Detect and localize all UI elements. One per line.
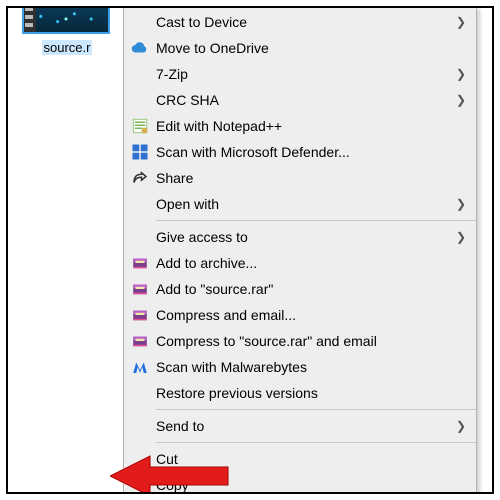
defender-icon <box>124 143 156 161</box>
menu-item-label: Restore previous versions <box>156 385 452 401</box>
menu-item-defender[interactable]: Scan with Microsoft Defender... <box>124 139 476 165</box>
winrar-icon <box>124 306 156 324</box>
chevron-right-icon: ❯ <box>452 197 466 211</box>
chevron-right-icon: ❯ <box>452 15 466 29</box>
share-icon <box>124 169 156 187</box>
file-thumbnail <box>22 6 110 34</box>
chevron-right-icon: ❯ <box>452 67 466 81</box>
menu-item-cast[interactable]: Cast to Device❯ <box>124 9 476 35</box>
menu-item-copy[interactable]: Copy <box>124 472 476 494</box>
explorer-background: source.r Cast to Device❯Move to OneDrive… <box>8 8 492 492</box>
menu-item-addarchive[interactable]: Add to archive... <box>124 250 476 276</box>
menu-item-giveaccess[interactable]: Give access to❯ <box>124 224 476 250</box>
menu-item-label: Add to "source.rar" <box>156 281 452 297</box>
file-caption: source.r <box>42 40 93 55</box>
chevron-right-icon: ❯ <box>452 93 466 107</box>
winrar-icon <box>124 254 156 272</box>
menu-item-label: Edit with Notepad++ <box>156 118 452 134</box>
winrar-icon <box>124 332 156 350</box>
menu-separator <box>156 442 476 443</box>
menu-item-label: Cut <box>156 451 452 467</box>
menu-item-label: CRC SHA <box>156 92 452 108</box>
malwarebytes-icon <box>124 358 156 376</box>
menu-item-label: Give access to <box>156 229 452 245</box>
chevron-right-icon: ❯ <box>452 419 466 433</box>
menu-item-label: Send to <box>156 418 452 434</box>
menu-item-openwith[interactable]: Open with❯ <box>124 191 476 217</box>
menu-item-malwarebytes[interactable]: Scan with Malwarebytes <box>124 354 476 380</box>
menu-item-label: Cast to Device <box>156 14 452 30</box>
menu-item-cut[interactable]: Cut <box>124 446 476 472</box>
menu-item-notepadpp[interactable]: Edit with Notepad++ <box>124 113 476 139</box>
menu-item-label: Compress and email... <box>156 307 452 323</box>
menu-item-label: Share <box>156 170 452 186</box>
menu-item-addrar[interactable]: Add to "source.rar" <box>124 276 476 302</box>
screenshot-frame: source.r Cast to Device❯Move to OneDrive… <box>6 6 494 494</box>
menu-item-7zip[interactable]: 7-Zip❯ <box>124 61 476 87</box>
menu-item-sendto[interactable]: Send to❯ <box>124 413 476 439</box>
menu-item-label: Scan with Malwarebytes <box>156 359 452 375</box>
chevron-right-icon: ❯ <box>452 230 466 244</box>
menu-item-label: Compress to "source.rar" and email <box>156 333 452 349</box>
menu-item-share[interactable]: Share <box>124 165 476 191</box>
menu-item-compemail[interactable]: Compress and email... <box>124 302 476 328</box>
menu-item-label: Copy <box>156 477 452 493</box>
menu-item-restore[interactable]: Restore previous versions <box>124 380 476 406</box>
menu-item-compraremail[interactable]: Compress to "source.rar" and email <box>124 328 476 354</box>
menu-separator <box>156 220 476 221</box>
winrar-icon <box>124 280 156 298</box>
menu-item-label: Scan with Microsoft Defender... <box>156 144 452 160</box>
menu-item-label: Add to archive... <box>156 255 452 271</box>
file-item[interactable]: source.r <box>22 6 112 55</box>
cloud-icon <box>124 39 156 57</box>
menu-item-label: Move to OneDrive <box>156 40 452 56</box>
menu-separator <box>156 409 476 410</box>
context-menu: Cast to Device❯Move to OneDrive7-Zip❯CRC… <box>123 6 477 494</box>
menu-item-onedrive[interactable]: Move to OneDrive <box>124 35 476 61</box>
menu-item-crcsha[interactable]: CRC SHA❯ <box>124 87 476 113</box>
menu-item-label: 7-Zip <box>156 66 452 82</box>
menu-item-label: Open with <box>156 196 452 212</box>
notepadpp-icon <box>124 117 156 135</box>
